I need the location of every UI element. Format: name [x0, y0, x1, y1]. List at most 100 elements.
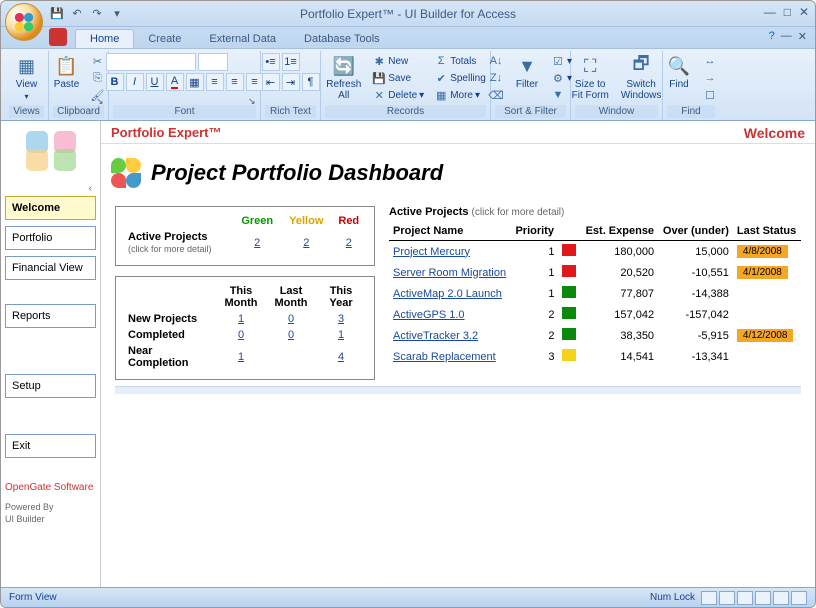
font-color-button[interactable]: A [166, 73, 184, 91]
over-under-value: -5,915 [658, 325, 733, 346]
table-row[interactable]: ActiveGPS 1.02157,042-157,042 [389, 304, 801, 325]
tab-database-tools[interactable]: Database Tools [290, 30, 394, 48]
view-datasheet-icon[interactable] [719, 591, 735, 605]
minimize-button[interactable]: — [764, 5, 776, 19]
font-dialog-launcher[interactable]: ↘ [248, 96, 258, 106]
size-to-fit-button[interactable]: ⛶ Size to Fit Form [568, 53, 613, 103]
sidebar-item-welcome[interactable]: Welcome [5, 196, 96, 220]
sidebar-item-reports[interactable]: Reports [5, 304, 96, 328]
clipboard-dialog-launcher[interactable]: ↘ [96, 96, 106, 106]
help-icon[interactable]: ? [769, 30, 775, 43]
sidebar-item-portfolio[interactable]: Portfolio [5, 226, 96, 250]
close-ribbon-icon[interactable]: ✕ [798, 30, 807, 43]
project-name-link[interactable]: ActiveMap 2.0 Launch [393, 288, 502, 300]
view-layout-icon[interactable] [773, 591, 789, 605]
status-color-box [562, 265, 576, 277]
table-row[interactable]: ActiveMap 2.0 Launch177,807-14,388 [389, 283, 801, 304]
maximize-button[interactable]: □ [784, 5, 791, 19]
delete-record-button[interactable]: ✕Delete ▾ [369, 87, 427, 103]
text-direction-button[interactable]: ¶ [302, 73, 320, 91]
underline-button[interactable]: U [146, 73, 164, 91]
summary-value-link[interactable]: 1 [238, 351, 244, 363]
horizontal-scrollbar[interactable] [115, 386, 801, 394]
redo-icon[interactable]: ↷ [89, 6, 105, 22]
summary-value-link[interactable]: 1 [238, 313, 244, 325]
undo-icon[interactable]: ↶ [69, 6, 85, 22]
paste-button[interactable]: 📋 Paste [50, 53, 84, 92]
increase-indent-button[interactable]: ⇥ [282, 73, 300, 91]
goto-button[interactable]: → [700, 70, 720, 86]
minimize-ribbon-icon[interactable]: — [781, 30, 792, 43]
sidebar-item-setup[interactable]: Setup [5, 374, 96, 398]
view-pivot-icon[interactable] [737, 591, 753, 605]
view-button[interactable]: ▦ View ▾ [10, 53, 44, 103]
clear-sort-button[interactable]: ⌫ [486, 87, 506, 103]
vendor-link[interactable]: OpenGate Software [5, 482, 96, 493]
view-form-icon[interactable] [701, 591, 717, 605]
bold-button[interactable]: B [106, 73, 124, 91]
table-row[interactable]: Server Room Migration120,520-10,5514/1/2… [389, 262, 801, 283]
yellow-count-link[interactable]: 2 [303, 237, 309, 249]
close-button[interactable]: ✕ [799, 5, 809, 19]
content-pane: Portfolio Expert™ Welcome Project Portfo… [101, 121, 815, 589]
project-name-link[interactable]: Scarab Replacement [393, 351, 496, 363]
font-size-combo[interactable] [198, 53, 228, 71]
summary-value-link[interactable]: 3 [338, 313, 344, 325]
summary-value-link[interactable]: 0 [288, 313, 294, 325]
table-row[interactable]: Project Mercury1180,00015,0004/8/2008 [389, 241, 801, 263]
fill-color-button[interactable]: ▦ [186, 73, 204, 91]
status-color-box [562, 328, 576, 340]
qat-dropdown-icon[interactable]: ▾ [109, 6, 125, 22]
summary-value-link[interactable]: 0 [238, 329, 244, 341]
replace-button[interactable]: ↔ [700, 53, 720, 69]
summary-value-link[interactable]: 0 [288, 329, 294, 341]
tab-external-data[interactable]: External Data [195, 30, 290, 48]
save-record-button[interactable]: 💾Save [369, 70, 427, 86]
table-row[interactable]: Scarab Replacement314,541-13,341 [389, 346, 801, 367]
spelling-button[interactable]: ✔Spelling [431, 70, 489, 86]
summary-value-link[interactable]: 4 [338, 351, 344, 363]
sidebar-item-financial-view[interactable]: Financial View [5, 256, 96, 280]
project-name-link[interactable]: Project Mercury [393, 246, 470, 258]
view-chart-icon[interactable] [755, 591, 771, 605]
italic-button[interactable]: I [126, 73, 144, 91]
sort-asc-button[interactable]: A↓ [486, 53, 506, 69]
project-name-link[interactable]: Server Room Migration [393, 267, 506, 279]
font-family-combo[interactable] [106, 53, 196, 71]
copy-button[interactable]: ⎘ [88, 70, 108, 86]
project-name-link[interactable]: ActiveTracker 3.2 [393, 330, 478, 342]
green-count-link[interactable]: 2 [254, 237, 260, 249]
refresh-all-button[interactable]: 🔄 Refresh All [322, 53, 365, 103]
totals-button[interactable]: ΣTotals [431, 53, 489, 69]
view-design-icon[interactable] [791, 591, 807, 605]
new-record-button[interactable]: ✱New [369, 53, 427, 69]
numbering-button[interactable]: 1≡ [282, 53, 300, 71]
group-label-find: Find [667, 105, 715, 118]
switch-windows-button[interactable]: 🗗 Switch Windows [617, 53, 666, 103]
ribbon: ▦ View ▾ Views 📋 Paste ✂ ⎘ 🖌 ↘ Clipboard [1, 49, 815, 121]
security-warning-icon[interactable] [49, 28, 67, 46]
project-name-link[interactable]: ActiveGPS 1.0 [393, 309, 465, 321]
sort-desc-button[interactable]: Z↓ [486, 70, 506, 86]
filter-button[interactable]: ▼ Filter [510, 53, 544, 92]
decrease-indent-button[interactable]: ⇤ [262, 73, 280, 91]
tab-home[interactable]: Home [75, 29, 134, 48]
find-button[interactable]: 🔍 Find [662, 53, 696, 92]
align-center-button[interactable]: ≡ [226, 73, 244, 91]
summary-value-link[interactable]: 1 [338, 329, 344, 341]
active-projects-summary-panel: Green Yellow Red Active Projects (click … [115, 206, 375, 266]
tab-create[interactable]: Create [134, 30, 195, 48]
align-left-button[interactable]: ≡ [206, 73, 224, 91]
sidebar-item-exit[interactable]: Exit [5, 434, 96, 458]
save-icon[interactable]: 💾 [49, 6, 65, 22]
select-button[interactable]: ☐ [700, 87, 720, 103]
cut-button[interactable]: ✂ [88, 53, 108, 69]
red-count-link[interactable]: 2 [346, 237, 352, 249]
bullets-button[interactable]: •≡ [262, 53, 280, 71]
sidebar-collapse-icon[interactable]: ‹ [5, 183, 96, 194]
new-icon: ✱ [372, 54, 386, 68]
office-button[interactable] [5, 3, 43, 41]
table-row[interactable]: ActiveTracker 3.2238,350-5,9154/12/2008 [389, 325, 801, 346]
more-button[interactable]: ▦More ▾ [431, 87, 489, 103]
status-left: Form View [9, 592, 57, 603]
